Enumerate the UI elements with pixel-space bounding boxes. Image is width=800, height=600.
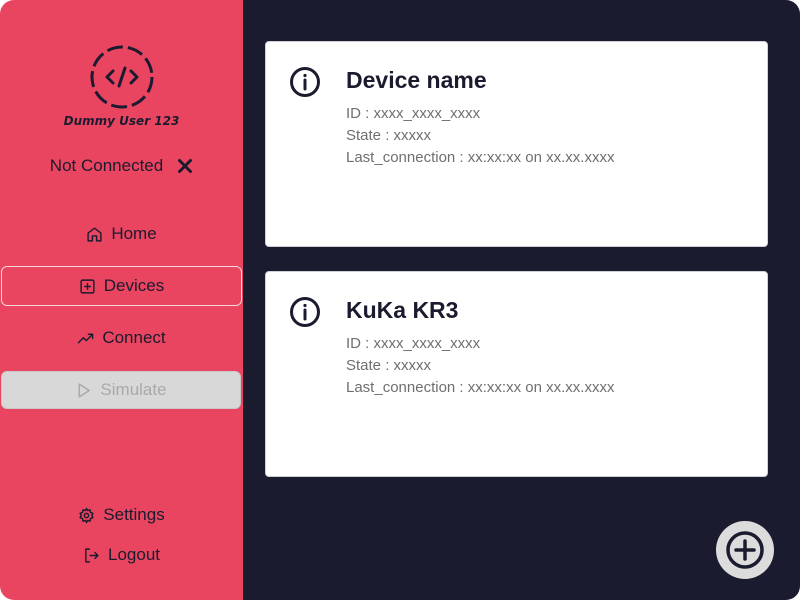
device-last-connection: Last_connection : xx:xx:xx on xx.xx.xxxx bbox=[346, 149, 615, 166]
nav-item-connect-label: Connect bbox=[102, 328, 166, 347]
app-window: Dummy User 123 Not Connected Home Device… bbox=[0, 0, 800, 600]
device-state: State : xxxxx bbox=[346, 127, 432, 144]
info-icon[interactable] bbox=[289, 296, 321, 328]
nav-item-devices[interactable]: Devices bbox=[1, 266, 242, 306]
play-icon bbox=[78, 382, 91, 398]
nav-item-home[interactable]: Home bbox=[0, 214, 243, 254]
nav-item-connect[interactable]: Connect bbox=[0, 318, 243, 358]
device-card[interactable]: Device name ID : xxxx_xxxx_xxxx State : … bbox=[265, 41, 768, 247]
plus-square-icon bbox=[80, 278, 95, 294]
nav-item-simulate-label: Simulate bbox=[100, 380, 167, 399]
settings-button[interactable]: Settings bbox=[0, 495, 243, 535]
settings-label: Settings bbox=[103, 505, 165, 524]
device-id: ID : xxxx_xxxx_xxxx bbox=[346, 105, 481, 122]
device-name: KuKa KR3 bbox=[346, 297, 459, 323]
gear-icon bbox=[79, 507, 94, 523]
close-icon[interactable] bbox=[177, 158, 193, 174]
nav-item-devices-label: Devices bbox=[103, 276, 165, 295]
device-last-connection: Last_connection : xx:xx:xx on xx.xx.xxxx bbox=[346, 379, 615, 396]
info-icon[interactable] bbox=[289, 66, 321, 98]
user-name: Dummy User 123 bbox=[63, 114, 180, 128]
connection-status: Not Connected bbox=[0, 156, 243, 176]
sidebar: Dummy User 123 Not Connected Home Device… bbox=[0, 0, 243, 600]
logout-label: Logout bbox=[108, 545, 160, 564]
logout-icon bbox=[85, 547, 99, 563]
plus-circle-icon bbox=[726, 531, 764, 569]
devices-panel: Device name ID : xxxx_xxxx_xxxx State : … bbox=[243, 0, 800, 600]
trending-up-icon bbox=[78, 333, 94, 343]
code-icon bbox=[90, 45, 154, 109]
device-id: ID : xxxx_xxxx_xxxx bbox=[346, 335, 481, 352]
nav-item-simulate: Simulate bbox=[1, 371, 241, 409]
device-name: Device name bbox=[346, 67, 487, 93]
device-card[interactable]: KuKa KR3 ID : xxxx_xxxx_xxxx State : xxx… bbox=[265, 271, 768, 477]
home-icon bbox=[87, 226, 102, 242]
nav-item-home-label: Home bbox=[111, 224, 157, 243]
device-state: State : xxxxx bbox=[346, 357, 432, 374]
logout-button[interactable]: Logout bbox=[0, 535, 243, 575]
add-device-button[interactable] bbox=[716, 521, 774, 579]
connection-status-label: Not Connected bbox=[49, 156, 164, 175]
